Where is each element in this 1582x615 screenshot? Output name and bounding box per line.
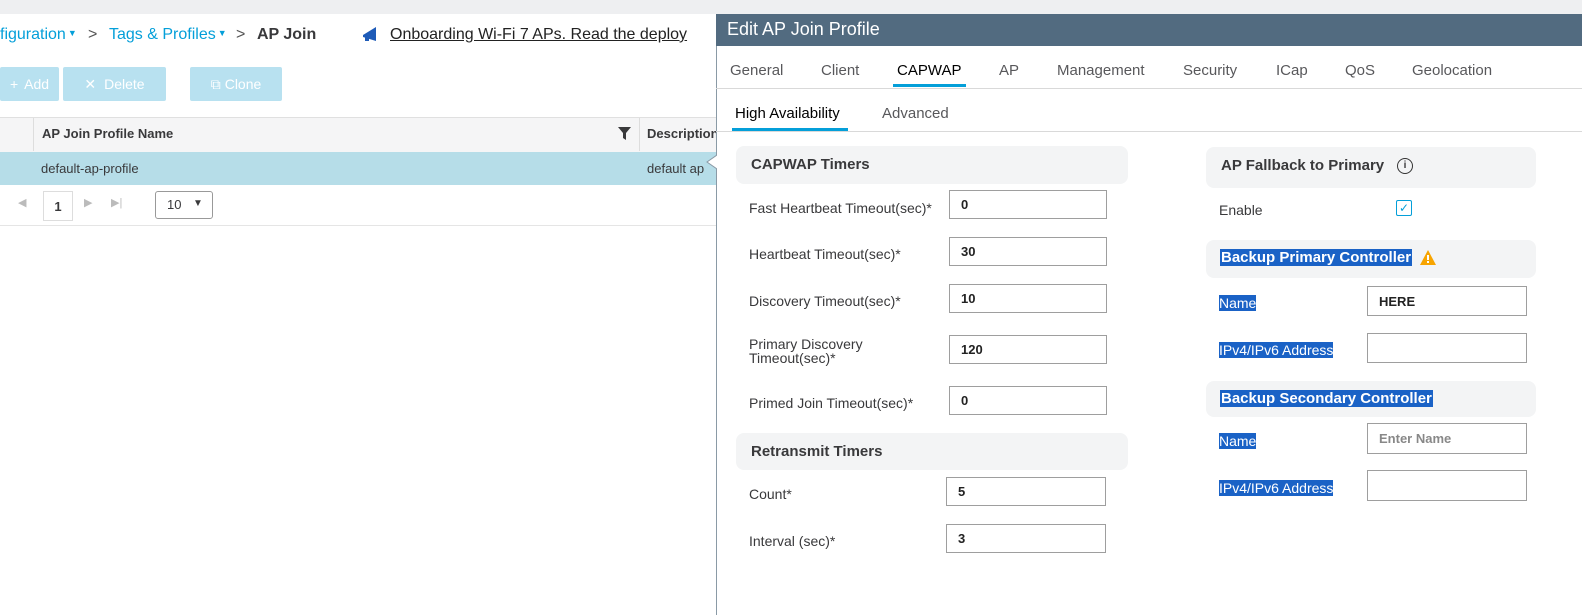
fast-heartbeat-input[interactable]: 0 [949, 190, 1107, 219]
interval-label: Interval (sec)* [749, 533, 836, 549]
count-label: Count* [749, 486, 792, 502]
info-icon[interactable]: i [1397, 158, 1413, 174]
backup-primary-ip-label: IPv4/IPv6 Address [1219, 342, 1334, 358]
tab-geolocation[interactable]: Geolocation [1412, 62, 1492, 79]
ap-fallback-section: AP Fallback to Primary i [1206, 147, 1536, 188]
backup-primary-name-input[interactable]: HERE [1367, 286, 1527, 316]
breadcrumb-configuration[interactable]: figuration ▼ [0, 26, 77, 44]
row-profile-name[interactable]: default-ap-profile [41, 161, 139, 176]
discovery-label: Discovery Timeout(sec)* [749, 293, 901, 309]
backup-primary-section: Backup Primary Controller [1206, 240, 1536, 278]
wifi7-banner[interactable]: Onboarding Wi-Fi 7 APs. Read the deploy [362, 24, 687, 47]
page-size-select[interactable]: 10 ▼ [155, 191, 213, 219]
subtab-high-availability[interactable]: High Availability [735, 105, 840, 122]
enable-label: Enable [1219, 202, 1263, 218]
tab-divider [716, 88, 1582, 89]
column-divider [33, 118, 34, 151]
breadcrumb-separator: > [236, 26, 246, 43]
tab-qos[interactable]: QoS [1345, 62, 1375, 79]
row-description: default ap [647, 161, 705, 176]
megaphone-icon [362, 24, 384, 47]
tab-management[interactable]: Management [1057, 62, 1145, 79]
breadcrumb-separator: > [88, 26, 98, 43]
subtab-divider [716, 131, 1582, 132]
active-tab-indicator [893, 84, 966, 87]
capwap-timers-section: CAPWAP Timers [736, 146, 1128, 184]
filter-icon[interactable] [618, 127, 631, 146]
tab-icap[interactable]: ICap [1276, 62, 1308, 79]
tab-general[interactable]: General [730, 62, 783, 79]
backup-secondary-ip-label: IPv4/IPv6 Address [1219, 480, 1334, 496]
add-button[interactable]: + Add [0, 67, 59, 101]
checkmark-icon: ✓ [1398, 201, 1410, 215]
backup-primary-name-label: Name [1219, 295, 1257, 311]
column-header-description[interactable]: Description [647, 126, 719, 141]
close-icon: ✕ [84, 75, 97, 92]
backup-secondary-name-input[interactable]: Enter Name [1367, 423, 1527, 454]
panel-pointer [705, 154, 718, 170]
panel-title: Edit AP Join Profile [727, 19, 880, 39]
interval-input[interactable]: 3 [946, 524, 1106, 553]
enable-checkbox[interactable]: ✓ [1396, 200, 1412, 216]
tab-client[interactable]: Client [821, 62, 859, 79]
panel-header: Edit AP Join Profile [716, 14, 1582, 46]
primary-discovery-input[interactable]: 120 [949, 335, 1107, 364]
fast-heartbeat-label: Fast Heartbeat Timeout(sec)* [749, 200, 932, 216]
warning-icon [1420, 250, 1436, 269]
breadcrumb-tags-profiles[interactable]: Tags & Profiles ▼ [109, 26, 227, 44]
divider [0, 225, 716, 226]
tab-security[interactable]: Security [1183, 62, 1237, 79]
heartbeat-label: Heartbeat Timeout(sec)* [749, 246, 901, 262]
copy-icon: ⧉ [210, 75, 221, 92]
discovery-input[interactable]: 10 [949, 284, 1107, 313]
delete-button[interactable]: ✕ Delete [63, 67, 166, 101]
heartbeat-input[interactable]: 30 [949, 237, 1107, 266]
tab-ap[interactable]: AP [999, 62, 1019, 79]
column-header-name[interactable]: AP Join Profile Name [42, 126, 173, 141]
primed-join-input[interactable]: 0 [949, 386, 1107, 415]
retransmit-timers-section: Retransmit Timers [736, 433, 1128, 470]
count-input[interactable]: 5 [946, 477, 1106, 506]
backup-primary-ip-input[interactable] [1367, 333, 1527, 363]
top-strip [0, 0, 1582, 14]
column-divider [639, 118, 640, 151]
next-page-icon[interactable]: ▶ [84, 196, 92, 209]
primary-discovery-label: Primary Discovery Timeout(sec)* [749, 336, 863, 366]
page-number[interactable]: 1 [43, 191, 73, 221]
backup-secondary-ip-input[interactable] [1367, 470, 1527, 501]
backup-secondary-section: Backup Secondary Controller [1206, 381, 1536, 417]
backup-secondary-name-label: Name [1219, 433, 1257, 449]
clone-button[interactable]: ⧉ Clone [190, 67, 282, 101]
prev-page-icon[interactable]: ◀ [18, 196, 26, 209]
chevron-down-icon: ▼ [193, 198, 203, 209]
page-title: AP Join [257, 26, 317, 43]
primed-join-label: Primed Join Timeout(sec)* [749, 395, 914, 411]
subtab-advanced[interactable]: Advanced [882, 105, 949, 122]
tab-capwap[interactable]: CAPWAP [897, 62, 961, 79]
last-page-icon[interactable]: ▶| [111, 196, 122, 209]
